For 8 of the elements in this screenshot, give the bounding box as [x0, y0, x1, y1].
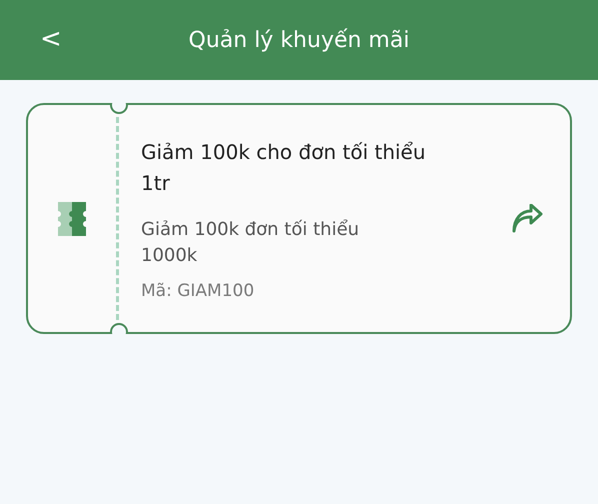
promotion-card[interactable]: Giảm 100k cho đơn tối thiểu 1tr Giảm 100k đơn tối thiểu 1000k Mã: GIAM100 [26, 103, 572, 334]
promotion-description: Giảm 100k đơn tối thiểu 1000k [141, 218, 360, 268]
page-title: Quản lý khuyến mãi [188, 28, 410, 52]
back-button[interactable]: < [34, 22, 68, 56]
promotion-title: Giảm 100k cho đơn tối thiểu 1tr [141, 138, 426, 196]
share-icon[interactable] [510, 204, 544, 234]
promotion-code: Mã: GIAM100 [141, 280, 256, 300]
ticket-icon [56, 200, 88, 238]
